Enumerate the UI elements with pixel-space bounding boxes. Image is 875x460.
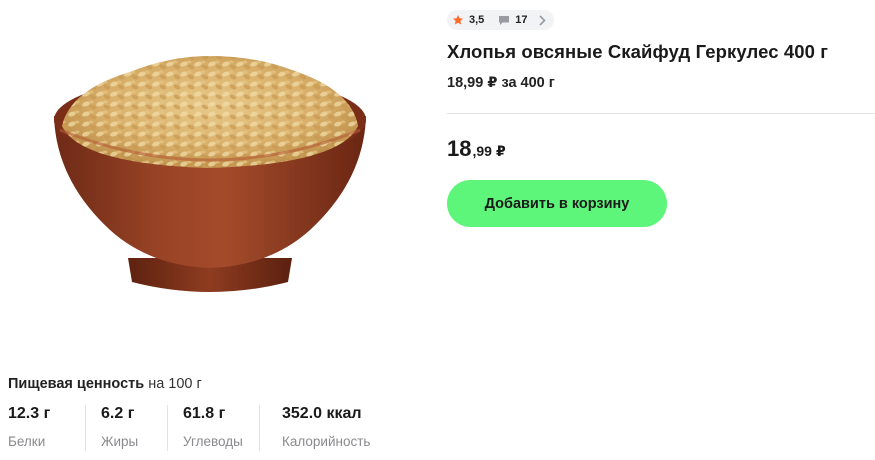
- nutrient-carbs: 61.8 г Углеводы: [167, 405, 259, 451]
- chevron-right-icon: [538, 14, 546, 26]
- rating-reviews-chip[interactable]: 3,5 17: [447, 10, 554, 30]
- price-fraction: ,99: [472, 143, 492, 159]
- unit-price: 18,99 ₽ за 400 г: [447, 75, 875, 91]
- nutrition-section: Пищевая ценность на 100 г 12.3 г Белки 6…: [8, 376, 428, 451]
- nutrient-label: Белки: [8, 434, 46, 449]
- unit-price-per: за 400 г: [501, 75, 555, 91]
- nutrient-protein: 12.3 г Белки: [8, 405, 85, 449]
- add-to-cart-button[interactable]: Добавить в корзину: [447, 180, 667, 227]
- nutrition-title: Пищевая ценность: [8, 376, 145, 392]
- product-page: 3,5 17 Хлопья овсяные Скайфуд Геркулес 4…: [0, 0, 875, 460]
- rating-value: 3,5: [469, 14, 485, 26]
- nutrition-heading: Пищевая ценность на 100 г: [8, 376, 428, 392]
- divider: [447, 113, 875, 114]
- product-price: 18 ,99 ₽: [447, 136, 875, 162]
- nutrient-value: 61.8 г: [183, 405, 226, 422]
- nutrient-label: Углеводы: [183, 434, 243, 449]
- nutrient-value: 352.0 ккал: [282, 405, 362, 422]
- nutrient-value: 6.2 г: [101, 405, 135, 422]
- nutrient-label: Калорийность: [282, 434, 371, 449]
- price-integer: 18: [447, 136, 472, 161]
- unit-price-value: 18,99 ₽: [447, 75, 498, 91]
- comment-icon: [498, 15, 510, 26]
- nutrient-value: 12.3 г: [8, 405, 51, 422]
- nutrient-calories: 352.0 ккал Калорийность: [259, 405, 399, 451]
- nutrient-label: Жиры: [101, 434, 139, 449]
- nutrient-fat: 6.2 г Жиры: [85, 405, 167, 451]
- star-icon: [452, 14, 464, 26]
- product-image: [54, 56, 366, 292]
- price-currency: ₽: [495, 143, 506, 159]
- nutrition-per: на 100 г: [148, 376, 202, 392]
- product-title: Хлопья овсяные Скайфуд Геркулес 400 г: [447, 41, 829, 62]
- product-info: 3,5 17 Хлопья овсяные Скайфуд Геркулес 4…: [447, 10, 875, 227]
- reviews-count: 17: [515, 14, 528, 26]
- nutrients-list: 12.3 г Белки 6.2 г Жиры 61.8 г Углеводы …: [8, 405, 428, 451]
